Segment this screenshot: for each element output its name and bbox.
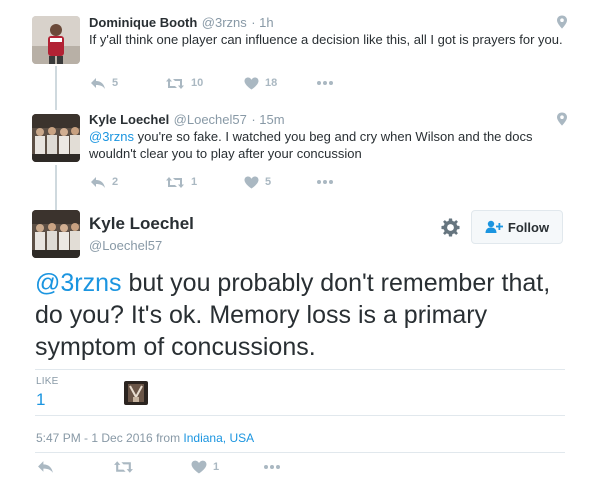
main-tweet-text: @3rzns but you probably don't remember t…: [35, 267, 565, 363]
thread-line-bottom: [55, 165, 57, 210]
tweet-text: @3rzns you're so fake. I watched you beg…: [89, 128, 559, 162]
likes-label: LIKE: [36, 376, 59, 387]
like-button[interactable]: 18: [244, 74, 277, 92]
follow-person-icon: [485, 220, 503, 233]
timestamp-text[interactable]: 5:47 PM - 1 Dec 2016 from: [36, 431, 183, 445]
like-count: 18: [265, 77, 278, 89]
mention-link[interactable]: @3rzns: [89, 129, 134, 144]
reply2-header: Kyle Loechel @Loechel57 · 15m: [89, 111, 285, 129]
more-button[interactable]: [263, 458, 281, 476]
divider: [35, 369, 565, 370]
follow-label: Follow: [507, 219, 550, 235]
more-dots-icon: [264, 465, 280, 469]
timestamp: 5:47 PM - 1 Dec 2016 from Indiana, USA: [36, 431, 254, 445]
thread-line-top: [55, 66, 57, 110]
tweet-time[interactable]: · 1h: [251, 15, 273, 30]
reply-icon: [91, 176, 105, 188]
heart-icon: [244, 176, 259, 188]
more-dots-icon: [317, 180, 333, 184]
reply-count: 2: [112, 176, 119, 188]
follow-button[interactable]: Follow: [471, 210, 563, 244]
more-dots-icon: [317, 81, 333, 85]
like-button[interactable]: 5: [244, 173, 271, 191]
liker-avatar[interactable]: [124, 381, 148, 405]
retweet-count: 1: [191, 176, 198, 188]
tweet-body: you're so fake. I watched you beg and cr…: [89, 129, 533, 161]
likes-total[interactable]: 1: [36, 390, 45, 410]
author-handle[interactable]: @3rzns: [202, 15, 247, 30]
avatar-image: [32, 210, 80, 258]
more-button[interactable]: [316, 74, 334, 92]
reply-button[interactable]: [37, 458, 54, 476]
reply1-header: Dominique Booth @3rzns · 1h: [89, 14, 274, 32]
like-count: 5: [265, 176, 272, 188]
avatar-image: [32, 16, 80, 64]
author-name[interactable]: Kyle Loechel: [89, 112, 169, 127]
heart-icon: [244, 77, 259, 89]
more-button[interactable]: [316, 173, 334, 191]
avatar-image: [32, 114, 80, 162]
tweet-text: If y'all think one player can influence …: [89, 32, 563, 47]
like-count: 1: [213, 461, 220, 473]
liker-avatar-image: [124, 381, 148, 405]
divider: [35, 452, 565, 453]
gear-icon[interactable]: [441, 218, 460, 237]
heart-icon: [191, 460, 207, 474]
author-name[interactable]: Dominique Booth: [89, 15, 197, 30]
location-link[interactable]: Indiana, USA: [183, 431, 254, 445]
author-name[interactable]: Kyle Loechel: [89, 214, 194, 234]
retweet-button[interactable]: 1: [165, 173, 197, 191]
tweet-time[interactable]: · 15m: [251, 112, 284, 127]
avatar[interactable]: [32, 16, 80, 64]
retweet-icon: [166, 77, 184, 89]
avatar[interactable]: [32, 210, 80, 258]
reply-button[interactable]: 5: [90, 74, 118, 92]
retweet-count: 10: [191, 77, 204, 89]
mention-link[interactable]: @3rzns: [35, 269, 122, 297]
divider: [35, 415, 565, 416]
like-button[interactable]: 1: [191, 458, 219, 476]
reply-button[interactable]: 2: [90, 173, 118, 191]
author-handle[interactable]: @Loechel57: [174, 112, 247, 127]
avatar[interactable]: [32, 114, 80, 162]
location-pin-icon: [557, 112, 567, 126]
retweet-button[interactable]: [113, 458, 134, 476]
retweet-icon: [166, 176, 184, 188]
retweet-button[interactable]: 10: [165, 74, 203, 92]
retweet-icon: [114, 461, 133, 473]
location-pin-icon: [557, 15, 567, 29]
author-handle[interactable]: @Loechel57: [89, 238, 162, 253]
reply-icon: [38, 461, 53, 473]
reply-count: 5: [112, 77, 119, 89]
reply-icon: [91, 77, 105, 89]
